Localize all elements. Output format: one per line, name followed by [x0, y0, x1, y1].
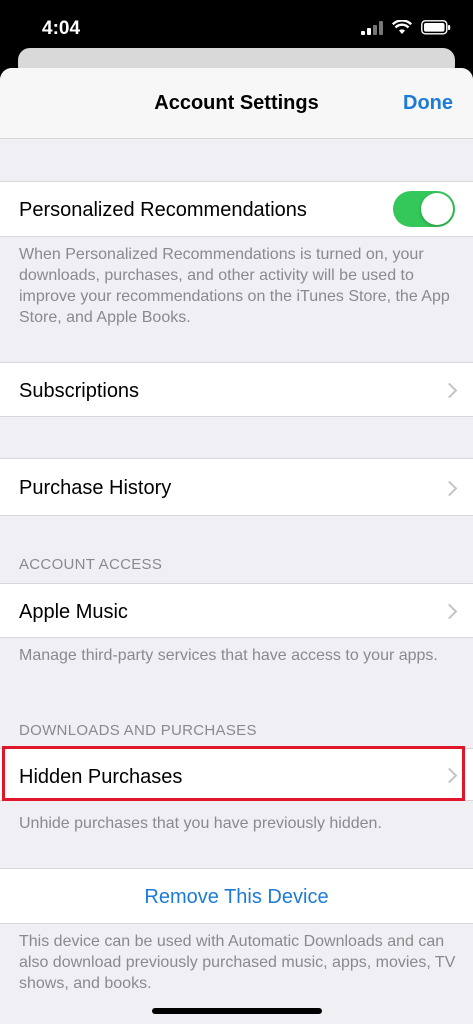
home-indicator[interactable]	[152, 1008, 322, 1014]
personalized-recommendations-row: Personalized Recommendations	[0, 181, 473, 237]
done-button[interactable]: Done	[403, 92, 453, 115]
cellular-signal-icon	[361, 20, 383, 35]
personalized-recommendations-footer: When Personalized Recommendations is tur…	[19, 246, 450, 326]
purchase-history-row[interactable]: Purchase History	[0, 458, 473, 516]
highlight-box	[2, 746, 465, 801]
chevron-right-icon	[441, 603, 458, 620]
remove-device-button[interactable]: Remove This Device	[0, 886, 473, 909]
apple-music-row[interactable]: Apple Music	[0, 583, 473, 638]
personalized-recommendations-label: Personalized Recommendations	[19, 199, 307, 221]
remove-device-footer: This device can be used with Automatic D…	[19, 933, 456, 992]
downloads-purchases-header: DOWNLOADS AND PURCHASES	[19, 722, 257, 739]
hidden-purchases-footer: Unhide purchases that you have previousl…	[19, 815, 382, 832]
account-access-header: ACCOUNT ACCESS	[19, 556, 163, 573]
account-access-footer: Manage third-party services that have ac…	[19, 647, 438, 664]
chevron-right-icon	[441, 382, 458, 399]
toggle-knob	[421, 193, 453, 225]
apple-music-label: Apple Music	[19, 601, 128, 623]
wifi-icon	[392, 20, 412, 34]
status-time: 4:04	[42, 18, 81, 39]
remove-device-row[interactable]: Remove This Device	[0, 868, 473, 924]
personalized-recommendations-toggle[interactable]	[393, 191, 455, 227]
subscriptions-label: Subscriptions	[19, 380, 140, 402]
status-icons	[361, 20, 451, 35]
navigation-bar: Account Settings Done	[0, 68, 473, 139]
chevron-right-icon	[441, 480, 458, 497]
purchase-history-label: Purchase History	[19, 477, 172, 499]
account-settings-sheet: Account Settings Done Personalized Recom…	[0, 68, 473, 1024]
battery-icon	[421, 20, 451, 35]
subscriptions-row[interactable]: Subscriptions	[0, 362, 473, 417]
